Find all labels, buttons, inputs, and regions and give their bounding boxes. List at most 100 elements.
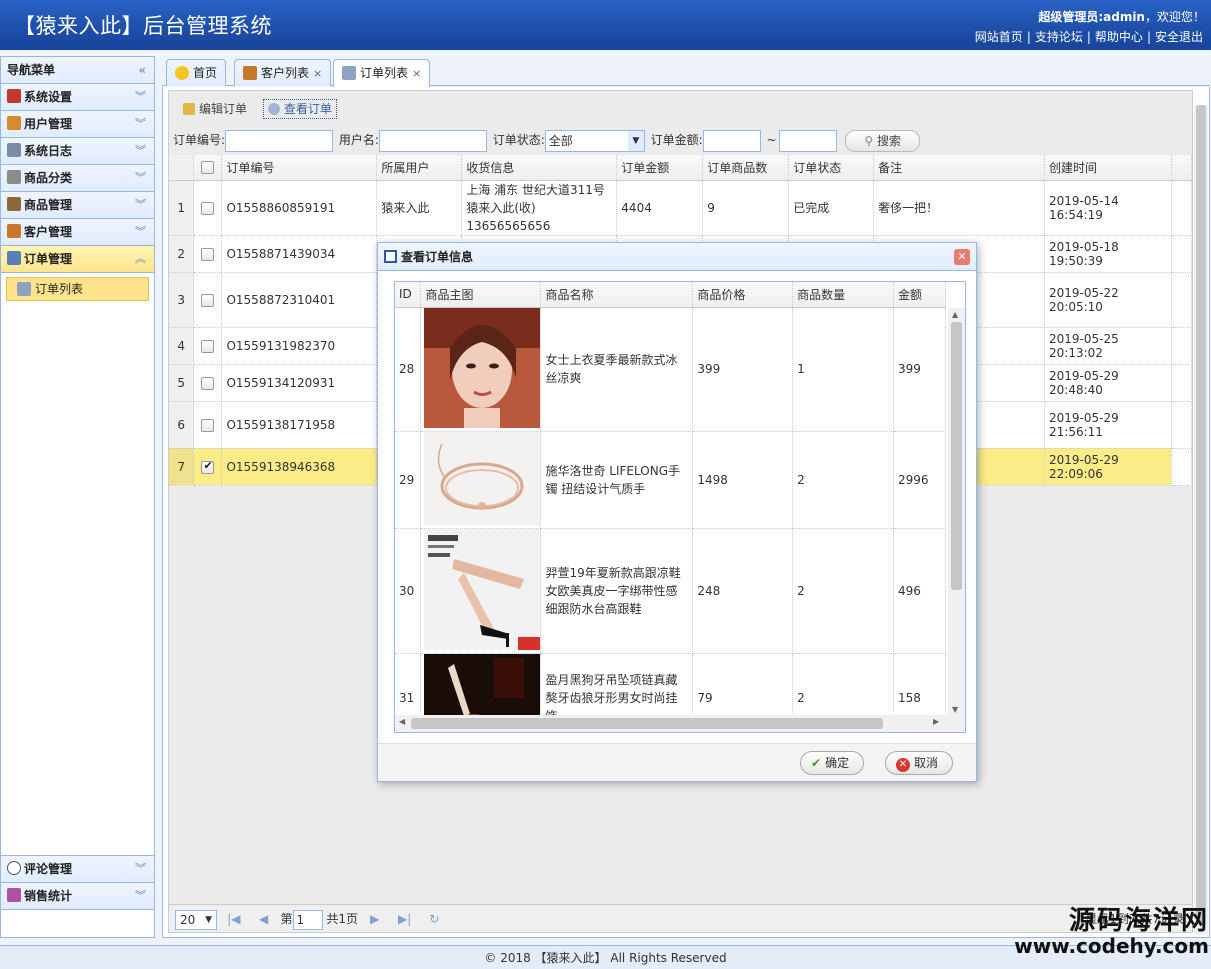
page-size-select[interactable]: 20 ▼ [175, 909, 217, 930]
scroll-down-icon[interactable]: ▼ [952, 705, 958, 714]
column-header[interactable]: 备注 [873, 155, 1045, 181]
order-list-icon [17, 282, 31, 296]
next-page-icon[interactable]: ▶ [368, 905, 382, 933]
cancel-button[interactable]: ✕ 取消 [885, 751, 954, 775]
tab-home[interactable]: 首页 [166, 59, 227, 86]
item-qty: 1 [792, 307, 894, 432]
sidebar-item-goods-category[interactable]: 商品分类 ︾ [1, 165, 154, 192]
row-number: 1 [169, 180, 195, 236]
tab-customer-list[interactable]: 客户列表 × [234, 59, 332, 86]
first-page-icon[interactable]: |◀ [227, 905, 241, 933]
status-select[interactable]: 全部 ▼ [544, 129, 645, 152]
sidebar-subitem-order-list[interactable]: 订单列表 [6, 277, 149, 301]
sidebar-item-sales-stats[interactable]: 销售统计 ︾ [1, 883, 154, 910]
row-checkbox[interactable] [201, 459, 215, 474]
table-row[interactable]: 1 O1558860859191 猿来入此 上海 浦东 世纪大道311号 猿来入… [169, 180, 1193, 236]
row-checkbox[interactable] [201, 247, 215, 261]
watermark: 源码海洋网 www.codehy.com [1014, 908, 1209, 956]
main-scrollbar[interactable] [1194, 105, 1208, 935]
list-item[interactable]: 29 施华洛世奇 LIFELONG手镯 扭结设计气质手 1498 2 2996 [395, 431, 946, 529]
page-total: 共1页 [326, 912, 358, 926]
sidebar-item-system-log[interactable]: 系统日志 ︾ [1, 138, 154, 165]
scroll-left-icon[interactable]: ◀ [399, 717, 405, 726]
row-checkbox[interactable] [201, 339, 215, 353]
column-header[interactable]: 商品名称 [540, 282, 694, 308]
column-header[interactable]: 所属用户 [376, 155, 463, 181]
column-header[interactable]: 商品数量 [792, 282, 894, 308]
cell-created: 2019-05-14 16:54:19 [1044, 180, 1172, 236]
select-all-checkbox[interactable] [201, 161, 215, 175]
search-button[interactable]: ⚲ 搜索 [845, 129, 921, 152]
link-forum[interactable]: 支持论坛 [1035, 30, 1083, 44]
close-icon[interactable]: ✕ [954, 249, 970, 265]
sidebar: 导航菜单 « 系统设置 ︾ 用户管理 ︾ 系统日志 ︾ 商品分类 ︾ 商品管理 … [0, 56, 155, 938]
scroll-up-icon[interactable]: ▲ [952, 310, 958, 319]
wrench-icon [7, 89, 21, 103]
scroll-right-icon[interactable]: ▶ [933, 717, 939, 726]
sidebar-item-comment-management[interactable]: 评论管理 ︾ [1, 856, 154, 883]
filler-cell [1171, 448, 1193, 486]
amount-min-input[interactable] [702, 129, 761, 152]
sidebar-item-goods-management[interactable]: 商品管理 ︾ [1, 192, 154, 219]
edit-order-button[interactable]: 编辑订单 [179, 100, 251, 120]
column-header[interactable]: 商品主图 [420, 282, 542, 308]
column-header[interactable]: 订单状态 [788, 155, 875, 181]
item-total: 496 [893, 528, 946, 654]
prev-page-icon[interactable]: ◀ [257, 905, 271, 933]
sidebar-item-user-management[interactable]: 用户管理 ︾ [1, 111, 154, 138]
link-logout[interactable]: 安全退出 [1155, 30, 1203, 44]
chevron-down-icon: ︾ [135, 198, 146, 211]
save-icon [384, 250, 397, 263]
column-header[interactable]: 收货信息 [461, 155, 618, 181]
amount-max-input[interactable] [778, 129, 837, 152]
row-checkbox[interactable] [201, 201, 215, 215]
status-label: 订单状态: [492, 133, 545, 147]
refresh-icon[interactable]: ↻ [427, 905, 441, 933]
column-header[interactable]: ID [395, 282, 422, 308]
row-checkbox-cell [193, 180, 223, 236]
column-header[interactable]: 订单商品数 [702, 155, 790, 181]
lightbulb-icon [175, 66, 189, 80]
dialog-header: 查看订单信息 ✕ [378, 243, 976, 271]
tab-order-list[interactable]: 订单列表 × [333, 59, 431, 87]
row-checkbox[interactable] [201, 418, 215, 432]
cell-created: 2019-05-22 20:05:10 [1044, 272, 1172, 328]
scrollbar-thumb[interactable] [411, 718, 883, 729]
column-header[interactable]: 商品价格 [692, 282, 794, 308]
category-icon [7, 170, 21, 184]
link-help[interactable]: 帮助中心 [1095, 30, 1143, 44]
cell-order-no: O1559131982370 [221, 327, 378, 365]
sidebar-item-customer-management[interactable]: 客户管理 ︾ [1, 219, 154, 246]
view-order-button[interactable]: 查看订单 [262, 99, 337, 119]
close-icon[interactable]: × [313, 67, 322, 80]
chevron-down-icon: ︾ [135, 117, 146, 130]
cell-user: 猿来入此 [376, 180, 463, 236]
list-item[interactable]: 30 羿萱19年夏新款高跟凉鞋女欧美真皮一字绑带性感细跟防水台高跟鞋 248 2… [395, 528, 946, 654]
scrollbar-thumb[interactable] [1196, 105, 1206, 925]
status-select-value: 全部 [548, 133, 573, 148]
link-home[interactable]: 网站首页 [975, 30, 1023, 44]
row-checkbox[interactable] [201, 376, 215, 390]
cell-created: 2019-05-29 22:09:06 [1044, 448, 1172, 486]
dialog-vertical-scrollbar[interactable]: ▲ ▼ [948, 308, 965, 716]
collapse-left-icon[interactable]: « [139, 57, 146, 84]
column-header[interactable]: 创建时间 [1044, 155, 1172, 181]
sidebar-item-system-settings[interactable]: 系统设置 ︾ [1, 84, 154, 111]
row-checkbox[interactable] [201, 293, 215, 307]
last-page-icon[interactable]: ▶| [398, 905, 412, 933]
scrollbar-thumb[interactable] [951, 322, 962, 590]
filler-header [1171, 155, 1193, 181]
list-item[interactable]: 28 女士上衣夏季最新款式冰丝凉爽 399 1 399 [395, 307, 946, 432]
comment-icon [7, 861, 21, 875]
page-number-input[interactable]: 1 [292, 909, 323, 930]
order-no-input[interactable] [225, 129, 334, 152]
confirm-button[interactable]: ✔ 确定 [800, 751, 865, 775]
select-all-header [193, 155, 223, 181]
username-input[interactable] [378, 129, 487, 152]
column-header[interactable]: 订单金额 [616, 155, 704, 181]
dialog-horizontal-scrollbar[interactable]: ◀ ▶ [395, 715, 965, 732]
column-header[interactable]: 金额 [893, 282, 946, 308]
column-header[interactable]: 订单编号 [221, 155, 378, 181]
close-icon[interactable]: × [412, 67, 421, 80]
sidebar-item-order-management[interactable]: 订单管理 ︽ [1, 246, 154, 273]
